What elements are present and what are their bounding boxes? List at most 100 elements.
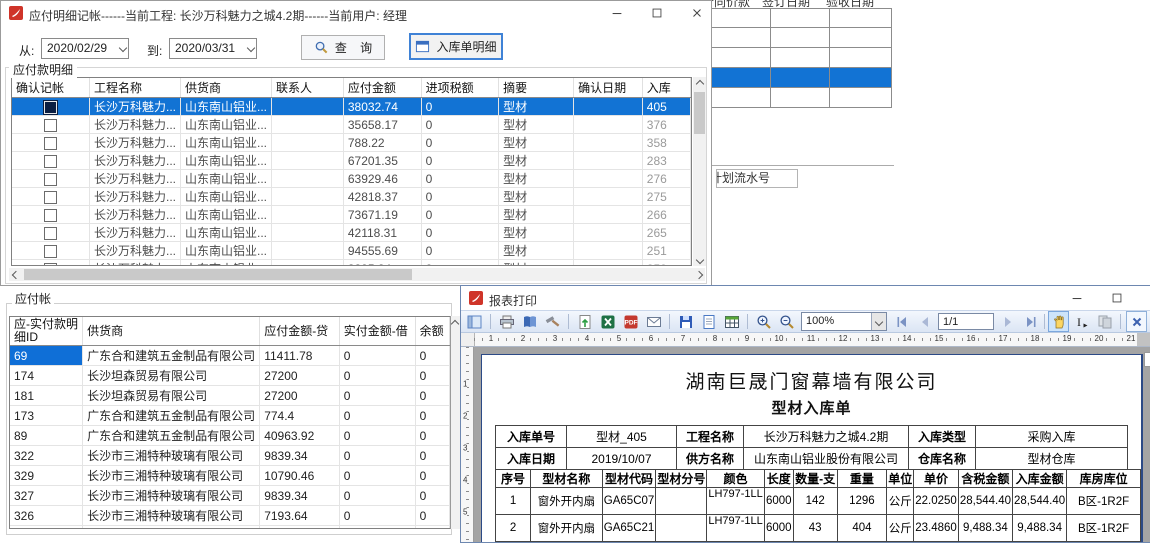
report-panel-button[interactable] (464, 311, 485, 332)
cell[interactable]: 0 (339, 386, 415, 406)
confirm-checkbox[interactable] (44, 119, 57, 132)
column-header[interactable]: 应付金额-贷 (260, 317, 340, 346)
confirm-checkbox[interactable] (44, 191, 57, 204)
cell[interactable]: 0 (339, 446, 415, 466)
minimize-button[interactable] (601, 1, 633, 25)
cell[interactable]: 27200 (260, 366, 340, 386)
confirm-checkbox[interactable] (44, 209, 57, 222)
cell[interactable]: 长沙坦森贸易有限公司 (83, 366, 260, 386)
cell[interactable]: 9839.34 (260, 446, 340, 466)
cell[interactable]: 0 (415, 506, 449, 526)
confirm-checkbox[interactable] (44, 155, 57, 168)
payables-vertical-scrollbar[interactable] (450, 316, 460, 529)
cell[interactable] (339, 526, 415, 530)
page-setup-button[interactable] (519, 311, 540, 332)
table-row[interactable]: 长沙万科魅力...山东南山铝业...73671.190型材266 (12, 206, 691, 224)
confirm-checkbox[interactable] (44, 245, 57, 258)
close-preview-button[interactable] (1126, 311, 1147, 332)
cell[interactable]: 774.4 (260, 406, 340, 426)
close-button[interactable] (681, 1, 713, 25)
preview-scrollbar-top[interactable] (1144, 352, 1150, 367)
cell[interactable]: 长沙市三湘特种玻璃有限公司 (83, 446, 260, 466)
cell[interactable]: 0 (415, 446, 449, 466)
maximize-button[interactable] (1101, 286, 1133, 310)
scroll-down-icon[interactable] (695, 255, 703, 263)
cell[interactable]: 173 (10, 406, 83, 426)
page-indicator-input[interactable]: 1/1 (938, 313, 994, 330)
first-page-button[interactable] (891, 311, 912, 332)
vertical-scrollbar[interactable] (693, 77, 706, 266)
cell[interactable]: 322 (10, 446, 83, 466)
view-document-button[interactable] (698, 311, 719, 332)
inbound-detail-button[interactable]: 入库单明细 (409, 33, 503, 60)
column-header[interactable]: 确认记帐 (12, 78, 90, 98)
cell[interactable]: 0 (339, 426, 415, 446)
table-row[interactable] (700, 88, 892, 108)
text-select-button[interactable]: I (1071, 311, 1092, 332)
column-header[interactable]: 进项税额 (421, 78, 499, 98)
cell[interactable]: 181 (10, 386, 83, 406)
zoom-out-button[interactable] (776, 311, 797, 332)
table-row[interactable]: 长沙万科魅力...山东南山铝业...42118.310型材265 (12, 224, 691, 242)
cell[interactable]: 329 (10, 466, 83, 486)
send-mail-button[interactable] (643, 311, 664, 332)
chevron-down-icon[interactable] (871, 313, 886, 330)
plan-serial-field[interactable]: 计划流水号 (716, 169, 798, 188)
save-report-button[interactable] (675, 311, 696, 332)
cell[interactable]: 174 (10, 366, 83, 386)
next-page-button[interactable] (997, 311, 1018, 332)
table-row[interactable]: 长沙万科魅力...山东南山铝业...42818.370型材275 (12, 188, 691, 206)
page-options-button[interactable] (542, 311, 563, 332)
table-row[interactable] (700, 8, 892, 28)
column-header[interactable]: 联系人 (272, 78, 344, 98)
cell[interactable]: 326 (10, 506, 83, 526)
titlebar[interactable]: 报表打印 (461, 286, 1150, 311)
cell[interactable]: 0 (339, 486, 415, 506)
scroll-up-icon[interactable] (451, 320, 459, 328)
table-row[interactable]: 89广东合和建筑五金制品有限公司40963.9200 (10, 426, 450, 446)
cell[interactable]: 长沙市三湘特种玻璃有限公司 (83, 466, 260, 486)
report-preview-area[interactable]: 12345 湖南巨晟门窗幕墙有限公司 型材入库单 入库单号型材_405工程名称长… (461, 347, 1150, 542)
hand-tool-button[interactable] (1048, 311, 1069, 332)
cell[interactable]: 0 (415, 406, 449, 426)
table-row[interactable]: 长沙市三湘特种玻璃有限公司 (10, 526, 450, 530)
column-header[interactable]: 工程名称 (90, 78, 181, 98)
table-row[interactable]: 173广东合和建筑五金制品有限公司774.400 (10, 406, 450, 426)
cell[interactable]: 0 (339, 406, 415, 426)
column-header[interactable]: 应-实付款明细ID (10, 317, 83, 346)
cell[interactable]: 11411.78 (260, 346, 340, 366)
zoom-in-button[interactable] (753, 311, 774, 332)
table-row[interactable]: 长沙万科魅力...山东南山铝业...35658.170型材376 (12, 116, 691, 134)
column-header[interactable]: 入库 (642, 78, 690, 98)
cell[interactable]: 69 (10, 346, 83, 366)
export-report-button[interactable] (574, 311, 595, 332)
export-pdf-button[interactable]: PDF (620, 311, 641, 332)
confirm-checkbox[interactable] (44, 227, 57, 240)
prev-page-button[interactable] (914, 311, 935, 332)
cell[interactable]: 40963.92 (260, 426, 340, 446)
table-row[interactable]: 长沙万科魅力...山东南山铝业...38032.740型材405 (12, 98, 691, 116)
table-row[interactable]: 181长沙坦森贸易有限公司2720000 (10, 386, 450, 406)
cell[interactable]: 广东合和建筑五金制品有限公司 (83, 426, 260, 446)
cell[interactable]: 0 (415, 486, 449, 506)
cell[interactable]: 327 (10, 486, 83, 506)
column-header[interactable]: 实付金额-借 (339, 317, 415, 346)
confirm-checkbox[interactable] (44, 173, 57, 186)
close-button[interactable] (1141, 286, 1150, 310)
column-header[interactable]: 应付金额 (343, 78, 421, 98)
cell[interactable] (260, 526, 340, 530)
table-row[interactable]: 长沙万科魅力...山东南山铝业...94555.690型材251 (12, 242, 691, 260)
table-row[interactable]: 322长沙市三湘特种玻璃有限公司9839.3400 (10, 446, 450, 466)
titlebar[interactable]: 应付明细记帐------当前工程: 长沙万科魅力之城4.2期------当前用户… (1, 1, 711, 26)
cell[interactable]: 长沙市三湘特种玻璃有限公司 (83, 506, 260, 526)
scroll-left-icon[interactable] (11, 270, 19, 278)
confirm-checkbox[interactable] (44, 263, 57, 266)
table-row[interactable]: 326长沙市三湘特种玻璃有限公司7193.6400 (10, 506, 450, 526)
scroll-right-icon[interactable] (694, 270, 702, 278)
last-page-button[interactable] (1020, 311, 1041, 332)
column-header[interactable]: 供货商 (83, 317, 260, 346)
confirm-checkbox[interactable] (44, 137, 57, 150)
maximize-button[interactable] (641, 1, 673, 25)
copy-pages-button[interactable] (1094, 311, 1115, 332)
table-row[interactable] (700, 28, 892, 48)
